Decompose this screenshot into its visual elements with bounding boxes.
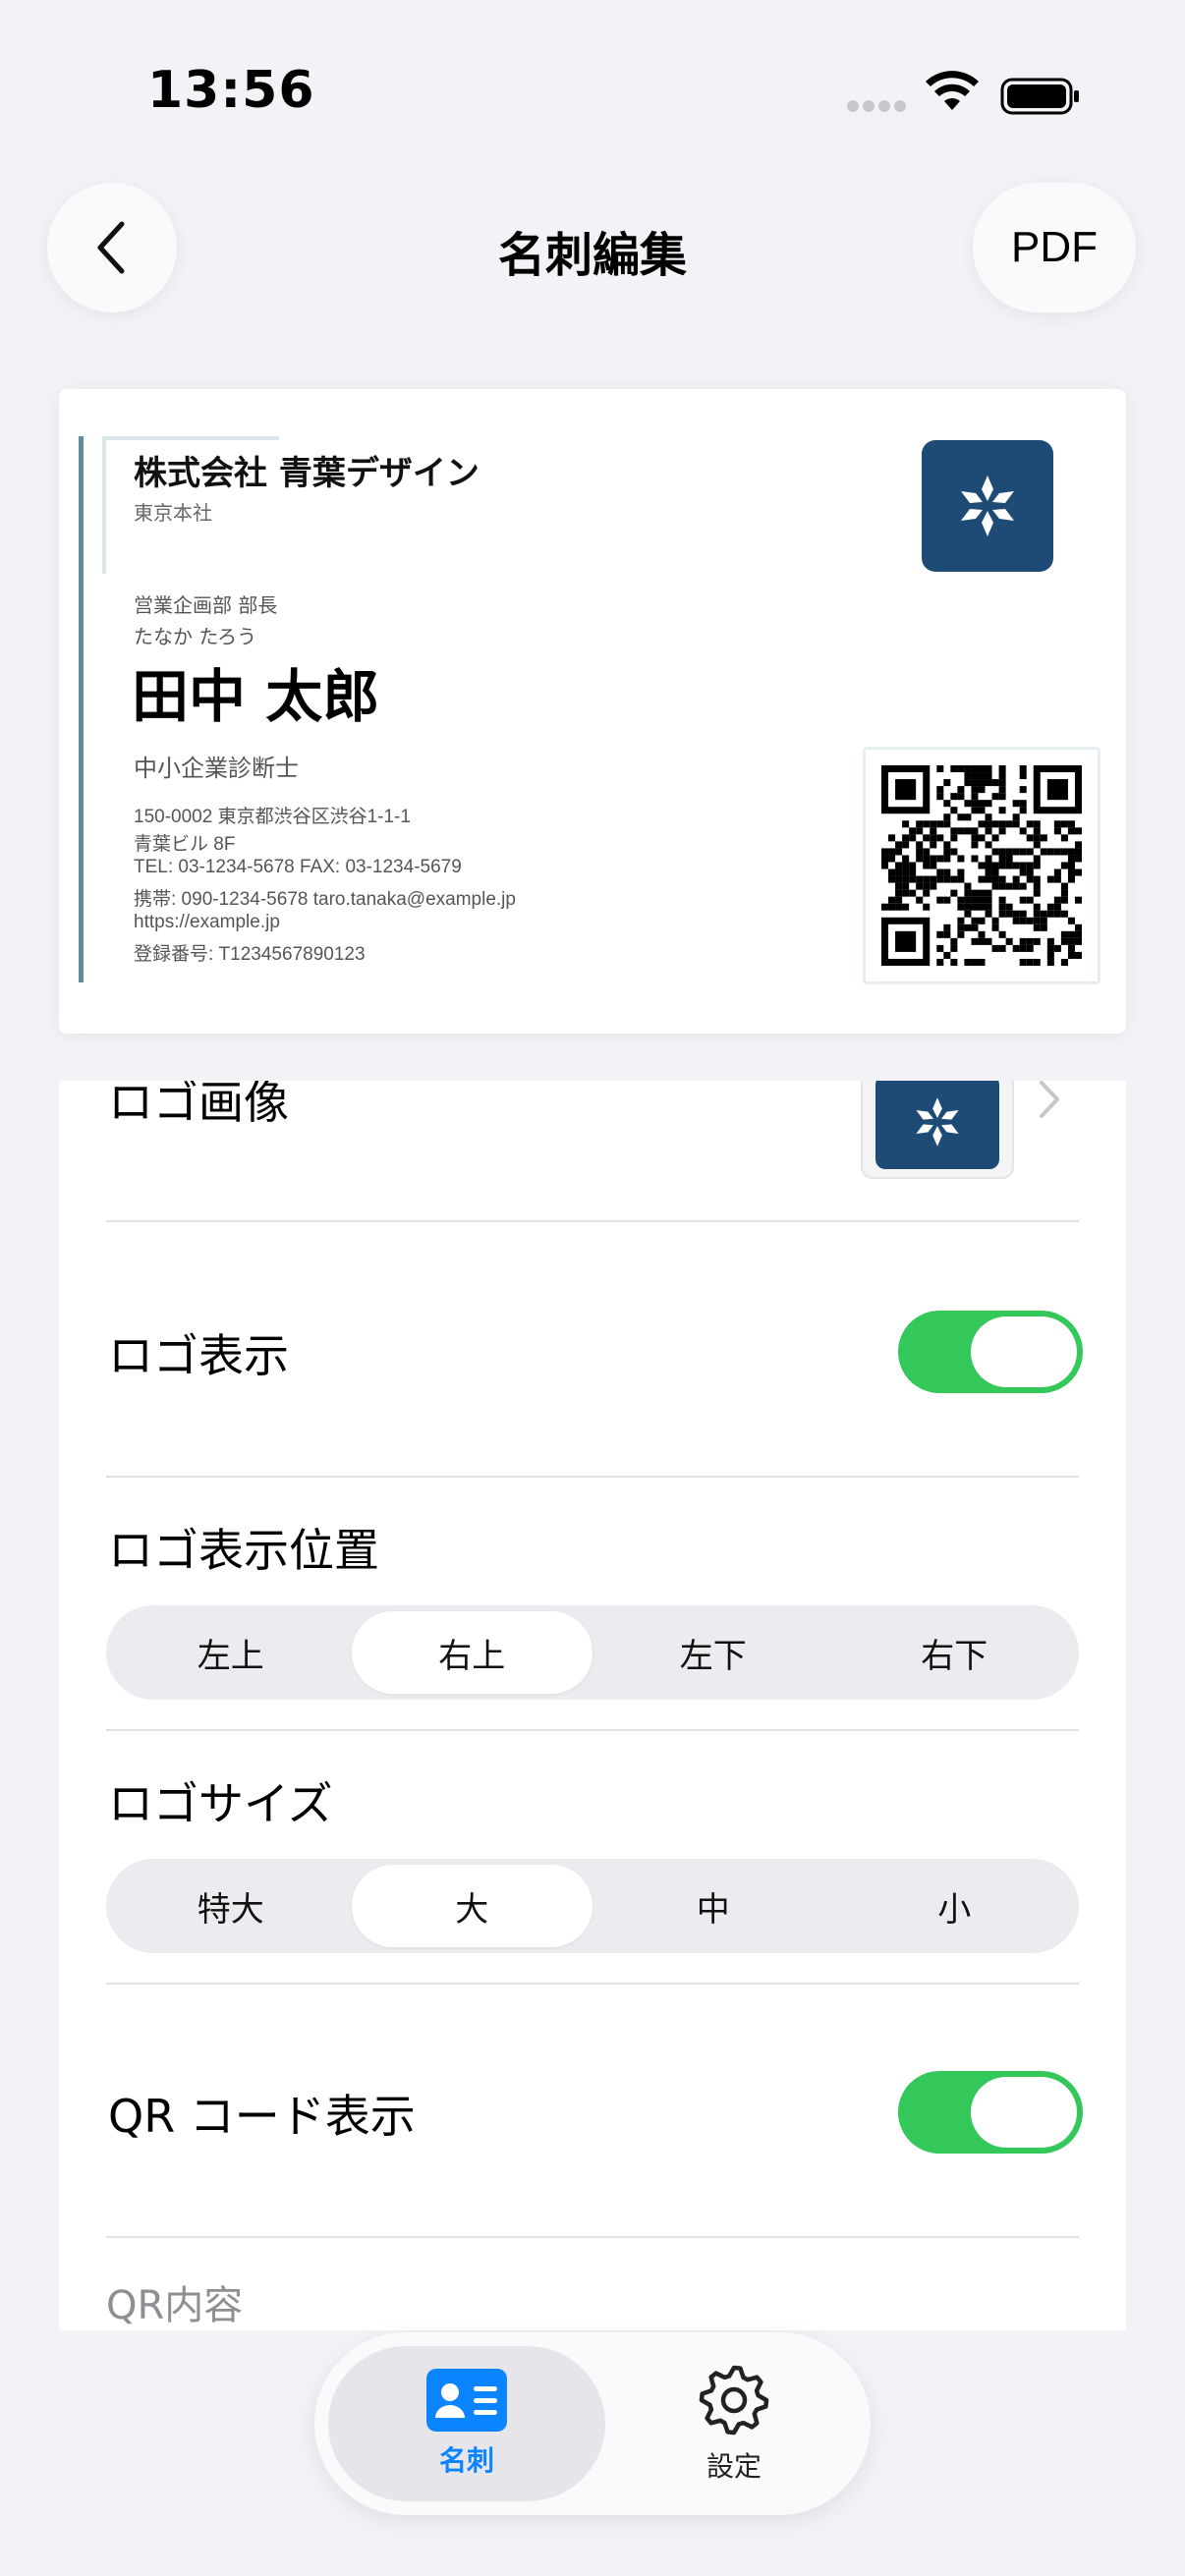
card-decoration bbox=[102, 436, 279, 440]
divider bbox=[106, 1476, 1079, 1478]
logo-display-label: ロゴ表示 bbox=[108, 1329, 289, 1382]
qr-code-frame bbox=[863, 747, 1100, 984]
business-card-preview: 株式会社 青葉デザイン 東京本社 営業企画部 部長 たなか たろう 田中 太郎 … bbox=[59, 389, 1126, 1034]
status-time: 13:56 bbox=[147, 61, 315, 120]
tab-label: 設定 bbox=[705, 2450, 762, 2483]
qr-content-label: QR内容 bbox=[106, 2283, 244, 2328]
tab-bar: 名刺 設定 bbox=[314, 2332, 871, 2515]
logo-position-bottom-left[interactable]: 左下 bbox=[592, 1611, 834, 1694]
pdf-button[interactable]: PDF bbox=[973, 183, 1136, 312]
card-phone-line: TEL: 03-1234-5678 FAX: 03-1234-5679 bbox=[134, 857, 462, 877]
divider bbox=[106, 2236, 1079, 2238]
qr-display-label: QR コード表示 bbox=[108, 2090, 416, 2143]
logo-position-top-left[interactable]: 左上 bbox=[110, 1611, 352, 1694]
logo-position-label: ロゴ表示位置 bbox=[108, 1524, 379, 1577]
card-registration-line: 登録番号: T1234567890123 bbox=[134, 944, 366, 965]
tab-business-card[interactable]: 名刺 bbox=[328, 2346, 605, 2501]
logo-display-toggle[interactable] bbox=[898, 1311, 1083, 1393]
card-branch: 東京本社 bbox=[134, 501, 212, 525]
card-name-kana: たなか たろう bbox=[134, 625, 257, 648]
card-address-line: 青葉ビル 8F bbox=[134, 834, 236, 855]
divider bbox=[106, 1983, 1079, 1985]
qr-code bbox=[881, 765, 1082, 966]
logo-position-bottom-right[interactable]: 右下 bbox=[834, 1611, 1076, 1694]
tab-label: 名刺 bbox=[438, 2444, 494, 2477]
gear-icon bbox=[699, 2365, 769, 2436]
card-certification: 中小企業診断士 bbox=[134, 755, 299, 782]
card-mobile-line: 携帯: 090-1234-5678 taro.tanaka@example.jp bbox=[134, 889, 516, 910]
card-settings-form: ロゴ画像 ロゴ表示 ロゴ表示位置 左上 右上 左下 右下 ロゴサイズ 特大 大 … bbox=[59, 1081, 1126, 2330]
logo-image-thumbnail[interactable] bbox=[861, 1081, 1014, 1179]
logo-position-segmented-control: 左上 右上 左下 右下 bbox=[106, 1605, 1079, 1700]
logo-size-label: ロゴサイズ bbox=[108, 1777, 333, 1830]
logo-size-small[interactable]: 小 bbox=[834, 1865, 1076, 1947]
cellular-signal-icon bbox=[847, 100, 906, 112]
divider bbox=[106, 1729, 1079, 1731]
card-accent-line bbox=[79, 436, 84, 982]
contact-card-icon bbox=[426, 2369, 507, 2432]
logo-size-segmented-control: 特大 大 中 小 bbox=[106, 1859, 1079, 1953]
company-logo bbox=[922, 440, 1053, 572]
card-department: 営業企画部 部長 bbox=[134, 593, 278, 617]
logo-size-large[interactable]: 大 bbox=[351, 1865, 592, 1947]
snowflake-logo-icon bbox=[961, 476, 1014, 536]
logo-image-label: ロゴ画像 bbox=[108, 1081, 289, 1129]
logo-size-medium[interactable]: 中 bbox=[592, 1865, 834, 1947]
tab-settings[interactable]: 設定 bbox=[611, 2346, 857, 2501]
logo-size-extra-large[interactable]: 特大 bbox=[110, 1865, 352, 1947]
card-url-line: https://example.jp bbox=[134, 912, 280, 932]
card-decoration bbox=[102, 436, 106, 574]
card-name: 田中 太郎 bbox=[132, 663, 380, 730]
chevron-right-icon[interactable] bbox=[1036, 1081, 1063, 1120]
logo-position-top-right[interactable]: 右上 bbox=[351, 1611, 592, 1694]
card-company: 株式会社 青葉デザイン bbox=[134, 454, 480, 493]
battery-icon bbox=[1000, 78, 1079, 115]
wifi-icon bbox=[926, 71, 979, 110]
card-address-line: 150-0002 東京都渋谷区渋谷1-1-1 bbox=[134, 807, 411, 827]
divider bbox=[106, 1220, 1079, 1222]
qr-display-toggle[interactable] bbox=[898, 2071, 1083, 2154]
snowflake-logo-icon bbox=[916, 1097, 959, 1147]
